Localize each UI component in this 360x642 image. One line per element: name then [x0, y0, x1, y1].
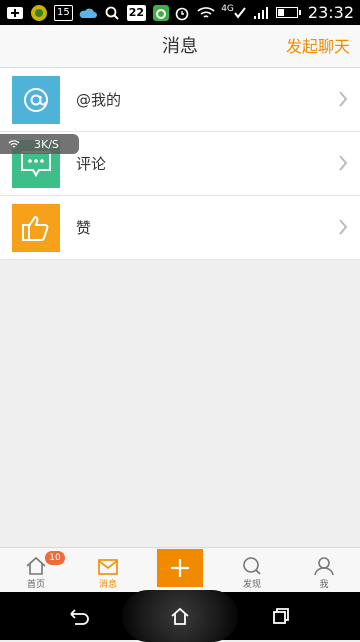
list-item-label: @我的 [76, 91, 122, 109]
list-item-label: 赞 [76, 219, 92, 237]
status-bar: 15 22 4G 23:32 [0, 0, 360, 25]
message-category-list: @我的 评论 赞 [0, 68, 360, 260]
bottom-nav: 10 首页 消息 发现 我 [0, 547, 360, 592]
network-label: 4G [221, 3, 234, 14]
tab-compose[interactable] [144, 548, 216, 592]
start-chat-button[interactable]: 发起聊天 [286, 25, 350, 68]
net-speed-value: 3K/S [34, 137, 59, 151]
tab-discover[interactable]: 发现 [216, 548, 288, 592]
wifi-icon [8, 140, 20, 148]
wifi-icon [197, 4, 215, 22]
list-item-likes[interactable]: 赞 [0, 196, 360, 260]
list-item-label: 评论 [76, 155, 107, 173]
chevron-right-icon [339, 91, 348, 107]
back-button[interactable] [66, 604, 92, 628]
app-icon [30, 4, 48, 22]
app-header: 消息 发起聊天 [0, 25, 360, 68]
tab-messages[interactable]: 消息 [72, 548, 144, 592]
system-nav-bar [0, 590, 360, 642]
home-button[interactable] [167, 604, 193, 628]
tab-me[interactable]: 我 [288, 548, 360, 592]
search-icon [243, 557, 261, 575]
plus-icon [157, 549, 203, 587]
alarm-icon [173, 4, 191, 22]
net-speed-overlay[interactable]: 3K/S [0, 134, 79, 154]
user-icon [314, 557, 334, 576]
cloud-icon [79, 4, 97, 22]
chevron-right-icon [339, 155, 348, 171]
tab-label: 消息 [98, 580, 117, 590]
envelope-icon [98, 559, 118, 575]
home-badge: 10 [45, 551, 65, 565]
search-icon [103, 4, 121, 22]
tab-label: 我 [319, 580, 329, 590]
tab-home[interactable]: 10 首页 [0, 548, 72, 592]
list-item-mentions[interactable]: @我的 [0, 68, 360, 132]
signal-icon [252, 4, 270, 22]
home-icon [26, 556, 46, 575]
add-notification-icon [6, 4, 24, 22]
network-4g-icon: 4G [221, 4, 246, 22]
calendar-22: 22 [126, 4, 147, 21]
chevron-right-icon [339, 219, 348, 235]
clock: 23:32 [307, 3, 354, 22]
tab-label: 发现 [242, 580, 261, 590]
badge-15: 15 [54, 4, 73, 21]
at-icon [12, 75, 60, 124]
thumbs-up-icon [12, 203, 60, 252]
home-icon [171, 607, 189, 625]
status-notifications: 15 22 [6, 4, 170, 22]
recent-apps-button[interactable] [268, 604, 294, 628]
back-icon [70, 609, 89, 625]
recent-apps-icon [273, 608, 289, 624]
battery-icon [275, 7, 301, 18]
app-6-icon [152, 4, 170, 22]
status-system: 4G 23:32 [173, 3, 354, 22]
tab-label: 首页 [26, 580, 45, 590]
